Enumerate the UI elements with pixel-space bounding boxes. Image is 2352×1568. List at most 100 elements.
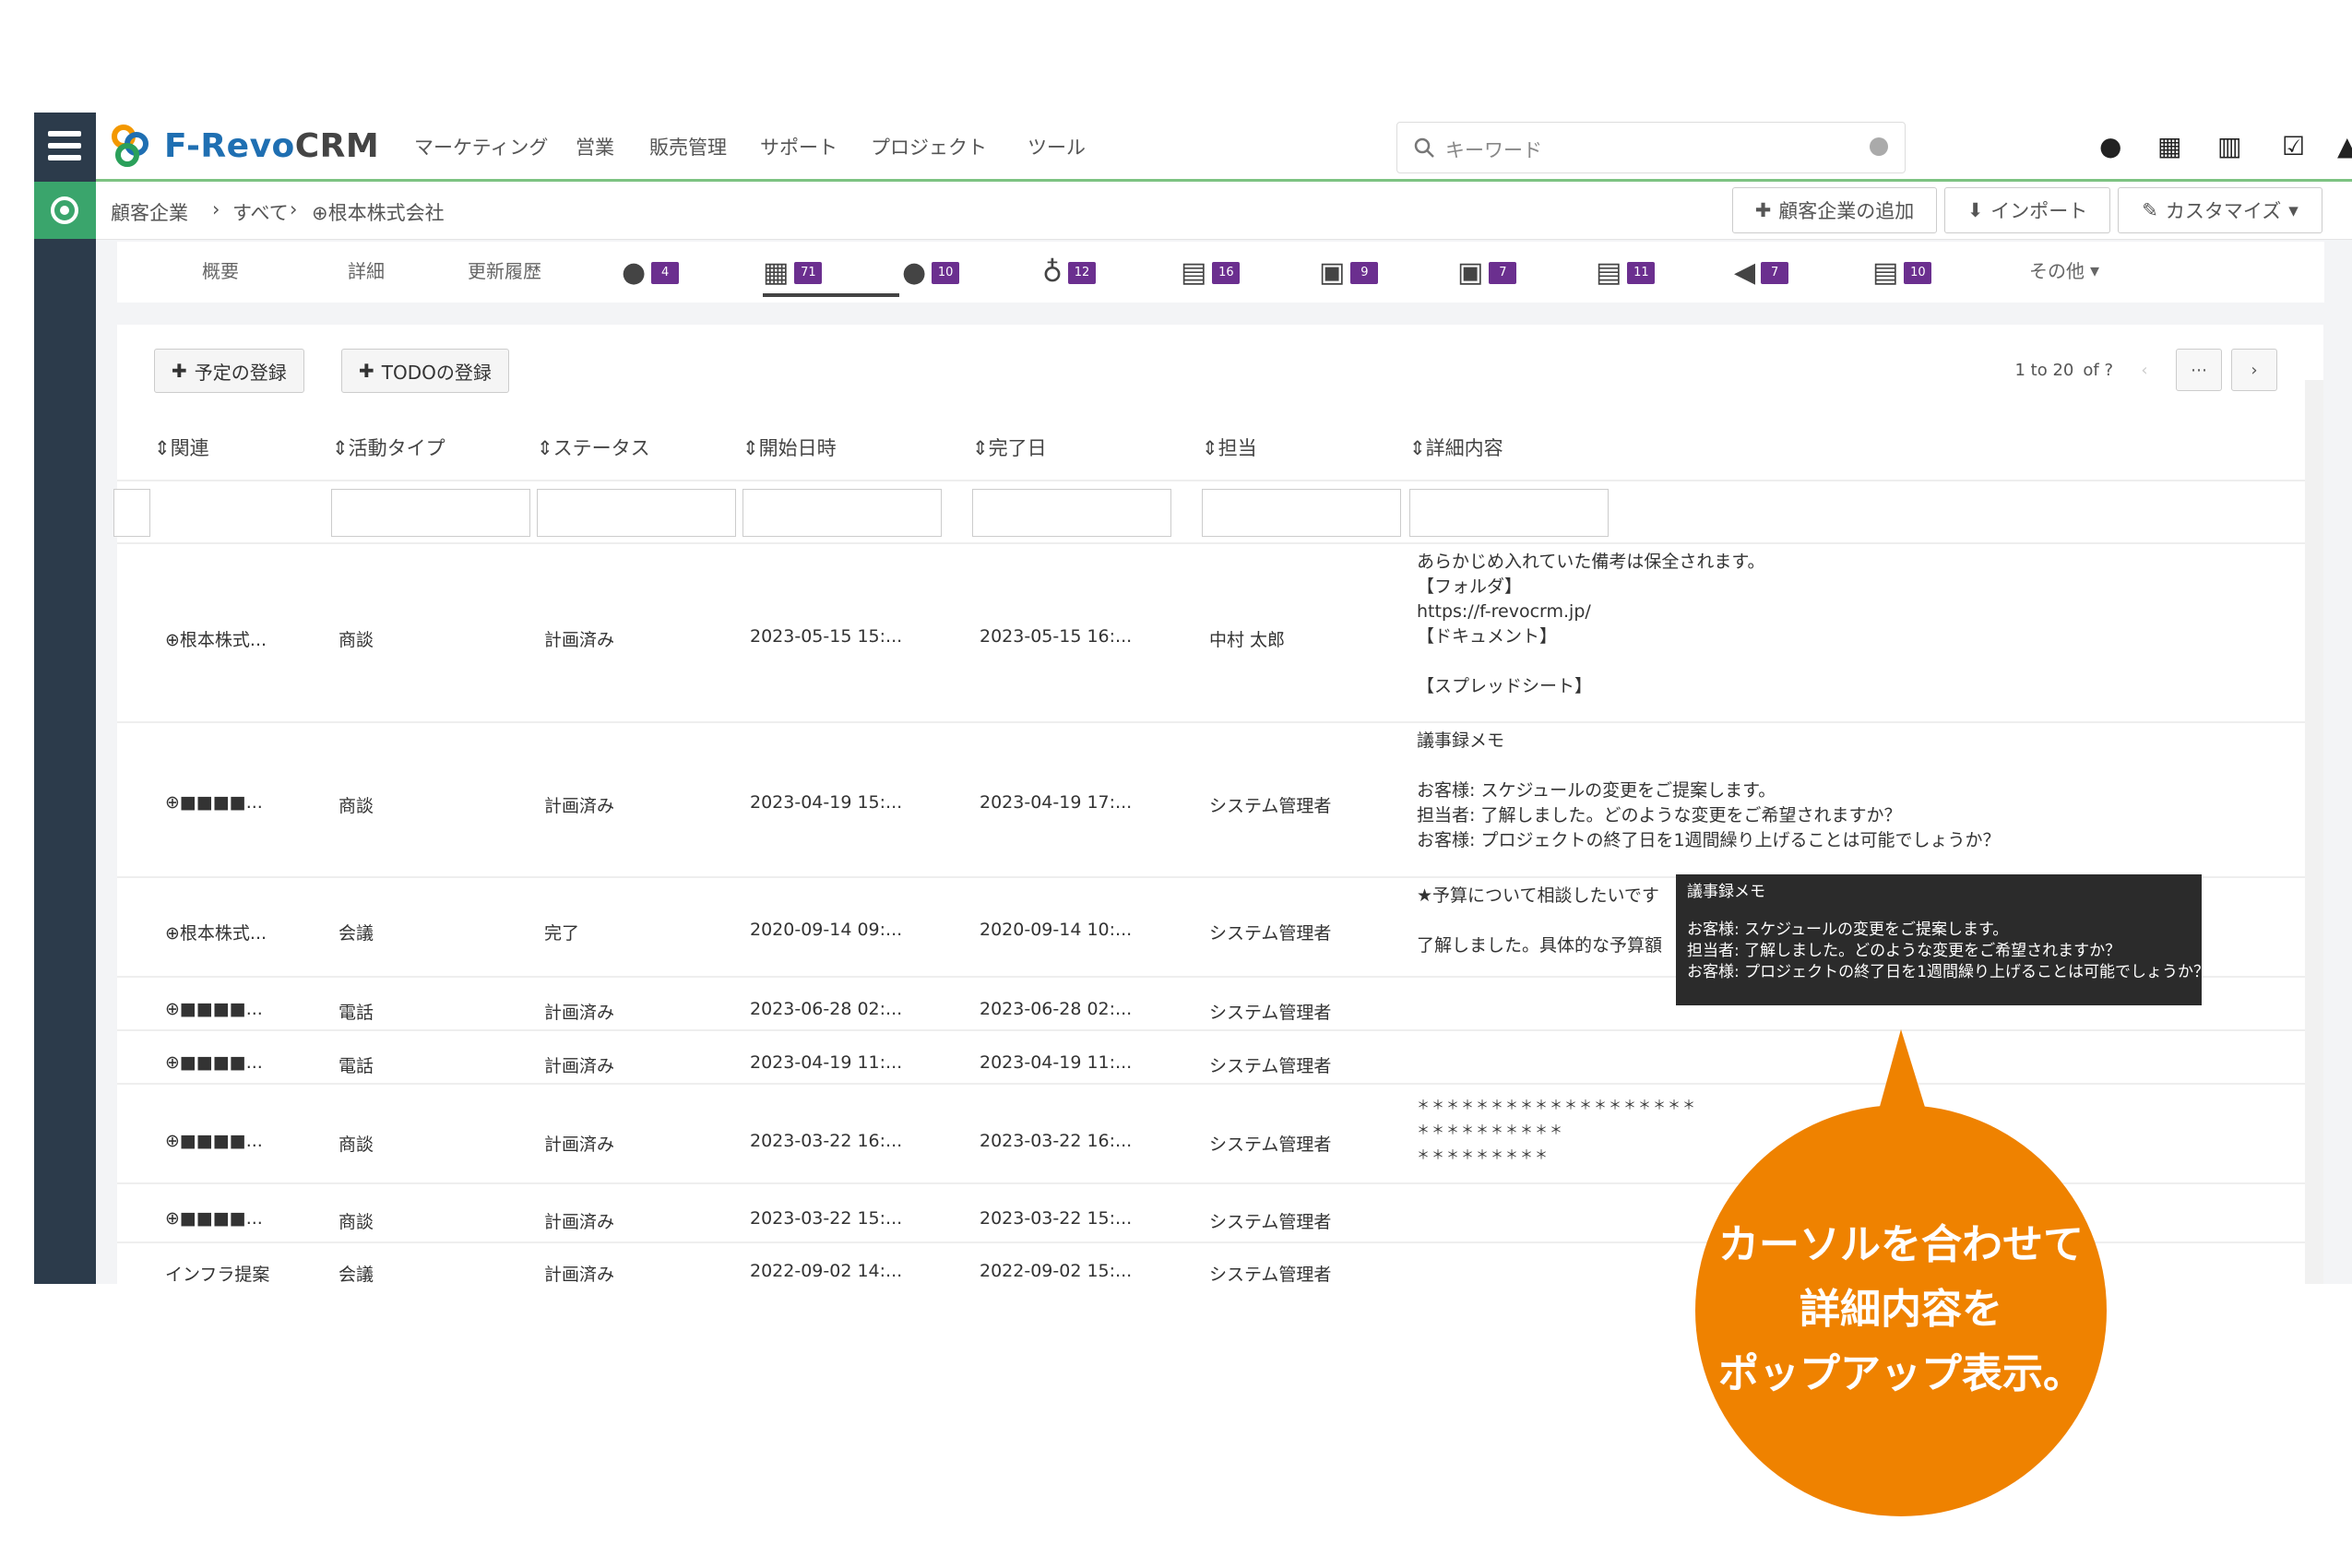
money-bag-icon: ♁: [1042, 256, 1063, 289]
breadcrumb-accounts[interactable]: 顧客企業: [111, 198, 188, 226]
cell-status: 完了: [544, 923, 580, 944]
cell-related[interactable]: インフラ提案: [165, 1261, 269, 1284]
cell-detail[interactable]: ★予算について相談したいです 了解しました。具体的な予算額: [1417, 884, 1662, 958]
cell-owner: システム管理者: [1209, 1212, 1332, 1232]
menu-sales-management[interactable]: 販売管理: [649, 133, 727, 160]
cell-end: 2020-09-14 10:...: [980, 920, 1133, 940]
tab-quotes[interactable]: ▣ 9: [1319, 256, 1379, 289]
prev-page-icon[interactable]: ‹: [2122, 350, 2167, 390]
add-event-button[interactable]: ✚ 予定の登録: [154, 349, 304, 393]
cell-detail: あらかじめ入れていた備考は保全されます。 【フォルダ】 https://f-revo…: [1417, 552, 1765, 696]
cell-related[interactable]: ⊕根本株式...: [165, 920, 267, 944]
logo-text: F-RevoCRM: [164, 126, 380, 165]
import-button[interactable]: ⬇ インポート: [1944, 187, 2110, 233]
clear-search-icon[interactable]: [1870, 137, 1888, 156]
column-status[interactable]: ⇕ステータス: [537, 434, 650, 461]
cell-start: 2023-06-28 02:...: [750, 999, 903, 1019]
header-divider: [117, 480, 2305, 481]
tab-details[interactable]: 詳細: [348, 256, 385, 283]
menu-project[interactable]: プロジェクト: [871, 133, 987, 160]
active-tab-indicator: [763, 293, 899, 297]
user-icon[interactable]: ▲: [2337, 131, 2352, 161]
menu-marketing[interactable]: マーケティング: [414, 133, 548, 160]
menu-tools[interactable]: ツール: [1028, 133, 1086, 160]
column-activity-type[interactable]: ⇕活動タイプ: [332, 434, 445, 461]
cell-owner: システム管理者: [1209, 1056, 1332, 1076]
tab-campaigns[interactable]: ◀ 7: [1734, 256, 1789, 289]
cell-start: 2023-04-19 11:...: [750, 1052, 903, 1073]
menu-sales[interactable]: 営業: [576, 133, 614, 160]
hamburger-menu-icon[interactable]: [34, 113, 96, 179]
cell-related[interactable]: ⊕■■■■...: [165, 1131, 263, 1151]
cell-type: 商談: [339, 630, 374, 650]
caret-down-icon: ▾: [2288, 199, 2299, 221]
next-page-icon[interactable]: ›: [2231, 349, 2277, 391]
cell-type: 商談: [339, 1212, 374, 1232]
checkbox-icon[interactable]: ☑: [2282, 131, 2305, 161]
tab-summary[interactable]: 概要: [202, 256, 239, 283]
plus-icon: ✚: [172, 360, 187, 382]
cell-related[interactable]: ⊕根本株式...: [165, 626, 267, 651]
column-start[interactable]: ⇕開始日時: [742, 434, 837, 461]
tab-contacts[interactable]: ● 10: [902, 256, 960, 289]
breadcrumb-all[interactable]: すべて: [232, 198, 289, 226]
cell-end: 2023-03-22 15:...: [980, 1208, 1133, 1229]
cell-owner: システム管理者: [1209, 1134, 1332, 1155]
filter-activity-type[interactable]: [331, 489, 530, 537]
search-input[interactable]: キーワード: [1445, 136, 1542, 163]
breadcrumb-current: ⊕根本株式会社: [312, 202, 445, 224]
tab-history[interactable]: 更新履歴: [468, 256, 541, 283]
tab-tickets[interactable]: ▤ 16: [1181, 256, 1241, 289]
cell-status: 計画済み: [544, 630, 615, 650]
column-detail[interactable]: ⇕詳細内容: [1409, 434, 1503, 461]
filter-detail[interactable]: [1409, 489, 1609, 537]
plus-icon: ✚: [1754, 199, 1772, 221]
more-pages-button[interactable]: ⋯: [2176, 349, 2222, 391]
calendar-icon[interactable]: ▦: [2157, 131, 2181, 161]
circle-dot-icon[interactable]: ●: [2099, 131, 2121, 161]
wrench-icon: ✎: [2142, 199, 2158, 221]
add-account-button[interactable]: ✚ 顧客企業の追加: [1732, 187, 1937, 233]
cell-type: 会議: [339, 1265, 374, 1284]
cell-related[interactable]: ⊕■■■■...: [165, 792, 263, 813]
menu-support[interactable]: サポート: [760, 133, 837, 160]
tab-more[interactable]: その他 ▾: [2029, 256, 2099, 283]
tab-opportunities[interactable]: ♁ 12: [1042, 256, 1096, 289]
filter-start[interactable]: [742, 489, 942, 537]
contact-icon: ●: [902, 256, 927, 289]
invoice-icon: ▤: [1596, 256, 1622, 289]
search-box[interactable]: キーワード: [1396, 122, 1906, 173]
tab-sales-orders[interactable]: ▣ 7: [1457, 256, 1517, 289]
customize-button[interactable]: ✎ カスタマイズ ▾: [2118, 187, 2322, 233]
campaign-icon: ◀: [1734, 256, 1756, 289]
filter-end[interactable]: [972, 489, 1171, 537]
filter-status[interactable]: [537, 489, 736, 537]
cell-related[interactable]: ⊕■■■■...: [165, 999, 263, 1019]
tab-documents[interactable]: ▤ 10: [1872, 256, 1932, 289]
left-sidebar: [34, 113, 96, 1284]
cell-type: 商談: [339, 796, 374, 816]
cell-status: 計画済み: [544, 1212, 615, 1232]
search-icon: [1414, 137, 1434, 158]
tab-activities[interactable]: ▦ 71: [763, 256, 823, 289]
vertical-scrollbar[interactable]: [2305, 380, 2323, 1284]
tab-invoices[interactable]: ▤ 11: [1596, 256, 1656, 289]
quick-action-button[interactable]: [34, 182, 96, 239]
column-owner[interactable]: ⇕担当: [1202, 434, 1257, 461]
caret-down-icon: ▾: [2090, 258, 2100, 281]
chart-icon[interactable]: ▥: [2217, 131, 2241, 161]
filter-owner[interactable]: [1202, 489, 1401, 537]
tab-comments[interactable]: ● 4: [622, 256, 680, 289]
cell-related[interactable]: ⊕■■■■...: [165, 1052, 263, 1073]
column-related[interactable]: ⇕関連: [154, 434, 209, 461]
cell-start: 2023-03-22 15:...: [750, 1208, 903, 1229]
column-end[interactable]: ⇕完了日: [972, 434, 1047, 461]
filter-related[interactable]: [113, 489, 150, 537]
cell-start: 2022-09-02 14:...: [750, 1261, 903, 1281]
cell-detail: ＊＊＊＊＊＊＊＊＊＊＊＊＊＊＊＊＊＊＊ ＊＊＊＊＊＊＊＊＊＊ ＊＊＊＊＊＊＊＊＊: [1417, 1099, 1697, 1163]
cell-status: 計画済み: [544, 1134, 615, 1155]
cell-related[interactable]: ⊕■■■■...: [165, 1208, 263, 1229]
callout-text: カーソルを合わせて 詳細内容を ポップアップ表示。: [1718, 1221, 2084, 1397]
app-logo[interactable]: F-RevoCRM: [107, 120, 379, 172]
add-todo-button[interactable]: ✚ TODOの登録: [341, 349, 509, 393]
